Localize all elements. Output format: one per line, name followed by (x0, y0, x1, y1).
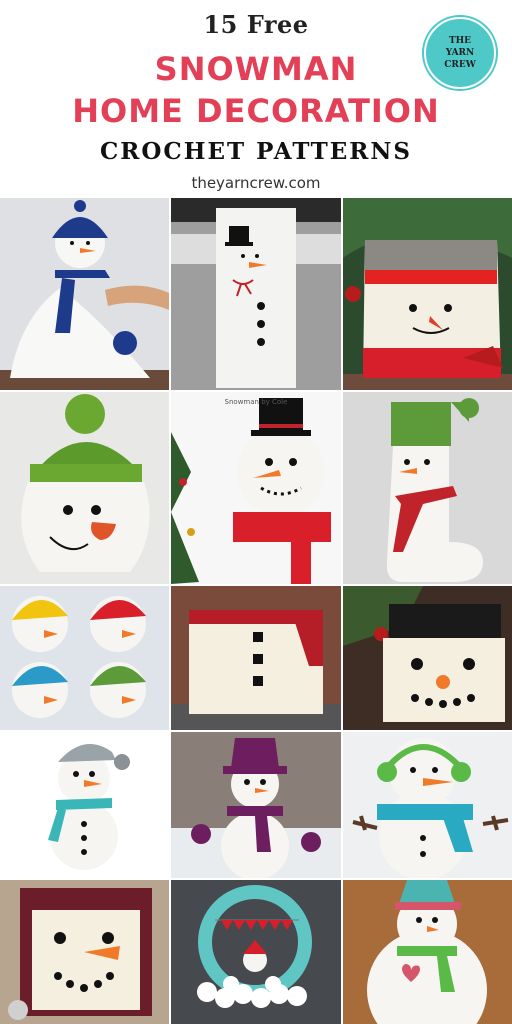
header: 15 Free SNOWMAN HOME DECORATION CROCHET … (0, 0, 512, 198)
photo-snowman-wreath[interactable] (171, 880, 341, 1024)
snowman-purple-hat-image (171, 732, 341, 878)
title-line-2: HOME DECORATION (72, 92, 440, 130)
photo-snowman-pillow-scarf[interactable] (171, 586, 341, 730)
snowman-basket-image (343, 198, 512, 390)
logo-line-3: CREW (444, 60, 476, 70)
photo-snowman-wall-hanging[interactable]: Snowman by Cole (171, 392, 341, 584)
snowman-placemat-image (343, 880, 512, 1024)
photo-lovey-snowman[interactable] (0, 198, 169, 390)
yarn-crew-logo: THE YARN CREW (424, 17, 496, 89)
photo-snowman-basket[interactable] (343, 198, 512, 390)
photo-grid: Snowman by Cole (0, 198, 512, 1024)
site-url[interactable]: theyarncrew.com (0, 174, 512, 192)
snowman-earmuffs-image (343, 732, 512, 878)
snowman-teal-plush-image (0, 732, 169, 878)
photo-caption-text: Snowman by Cole (225, 398, 288, 406)
snowman-tissue-box-image (343, 586, 512, 730)
snowman-hat-pillow-image (0, 392, 169, 584)
photo-snowman-plush-teal[interactable] (0, 732, 169, 878)
photo-snowman-pillow-hat[interactable] (0, 392, 169, 584)
photo-snowman-pillow-brown[interactable] (0, 880, 169, 1024)
photo-snowman-earmuffs[interactable] (343, 732, 512, 878)
subtitle: CROCHET PATTERNS (99, 138, 413, 165)
logo-line-2: YARN (445, 48, 475, 58)
snowman-wall-hanging-image: Snowman by Cole (171, 392, 341, 584)
snowman-towel-image (171, 198, 341, 390)
snowman-scarf-pillow-image (171, 586, 341, 730)
snowman-stocking-image (343, 392, 512, 584)
photo-snowman-placemat[interactable] (343, 880, 512, 1024)
photo-snowman-purple-hat[interactable] (171, 732, 341, 878)
snowman-wreath-image (171, 880, 341, 1024)
snowman-lovey-image (0, 198, 169, 390)
photo-snowman-stocking[interactable] (343, 392, 512, 584)
photo-snowman-towel[interactable] (171, 198, 341, 390)
snowman-brown-pillow-image (0, 880, 169, 1024)
photo-snowman-ornaments[interactable] (0, 586, 169, 730)
photo-snowman-tissue-box[interactable] (343, 586, 512, 730)
logo-line-1: THE (448, 36, 472, 46)
snowman-ornaments-image (0, 586, 169, 730)
